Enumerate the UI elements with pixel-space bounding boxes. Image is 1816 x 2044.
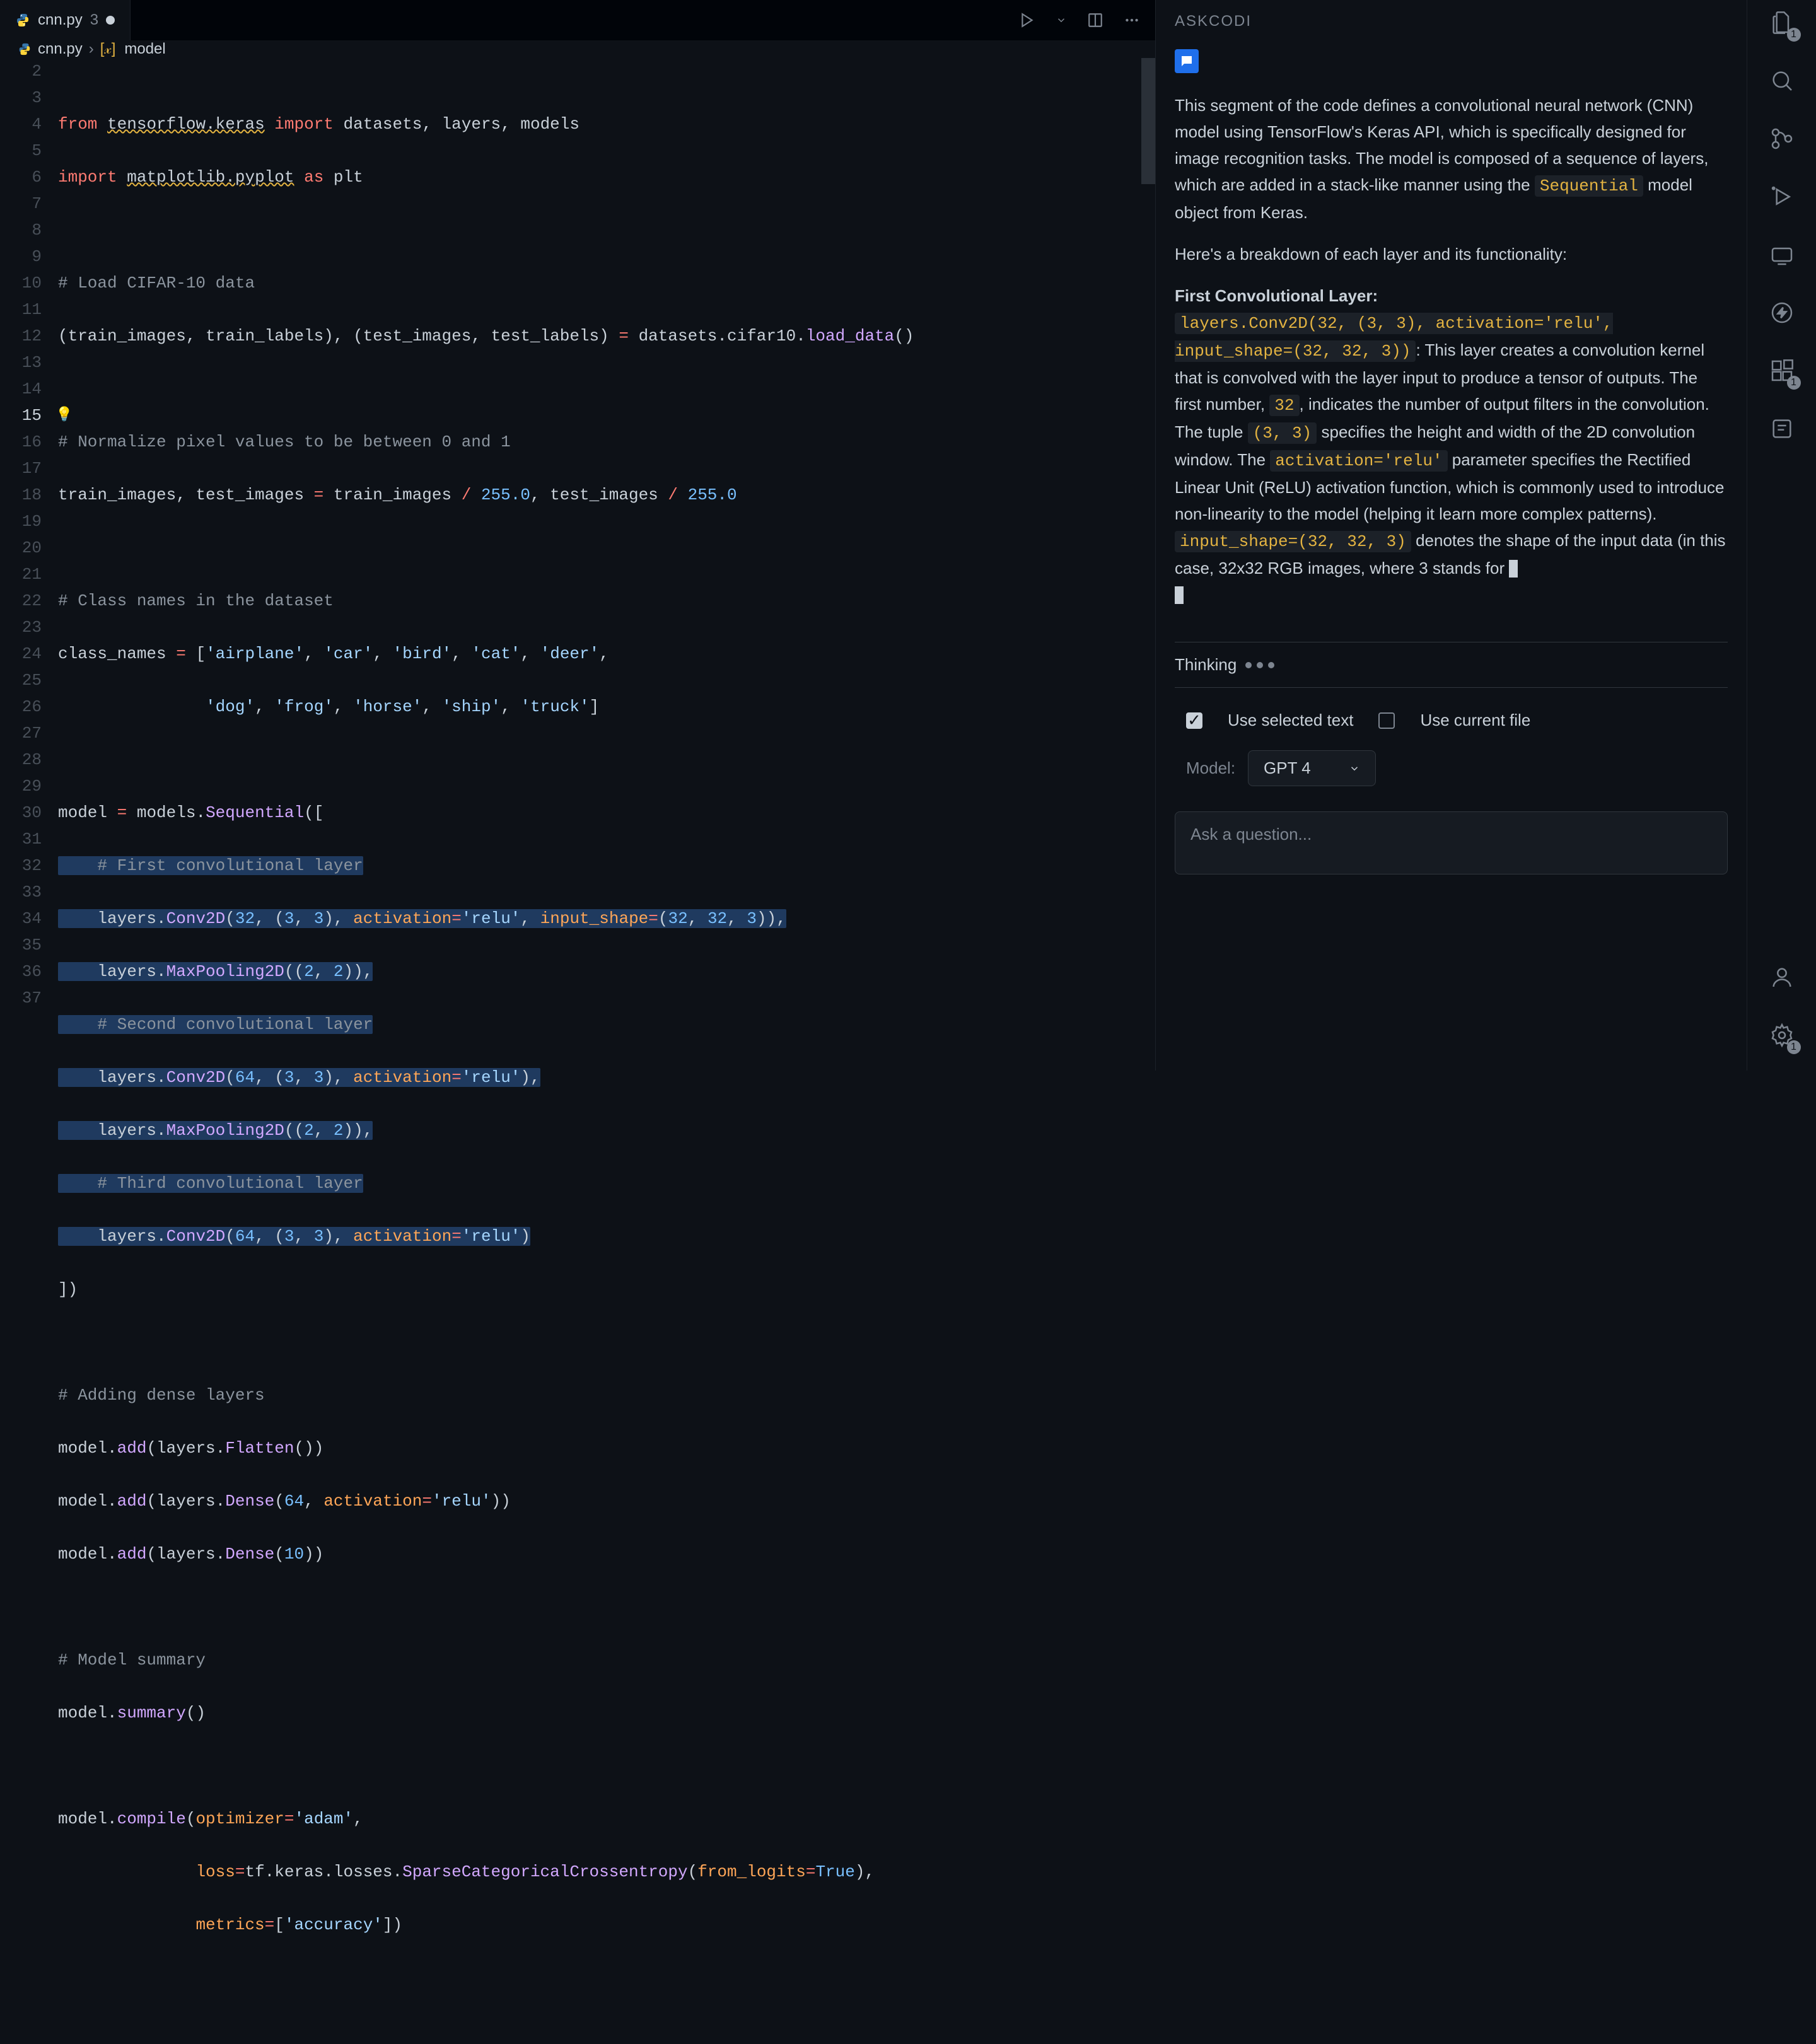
breadcrumb-symbol: model: [124, 40, 165, 58]
chat-icon: [1175, 49, 1199, 73]
chevron-down-icon: [1349, 763, 1360, 774]
model-label: Model:: [1186, 758, 1235, 778]
breadcrumb[interactable]: cnn.py › [𝓍] model: [0, 40, 1155, 58]
options-row: ✓ Use selected text Use current file: [1175, 700, 1728, 740]
power-icon[interactable]: [1766, 296, 1798, 329]
thinking-status: Thinking: [1175, 642, 1728, 688]
code-editor[interactable]: 2345678910111213141516171819202122232425…: [0, 58, 1155, 2044]
text-cursor-icon: [1509, 560, 1518, 578]
use-selected-label: Use selected text: [1228, 711, 1353, 730]
editor-tab[interactable]: cnn.py 3: [0, 0, 131, 40]
dirty-indicator-icon: [106, 16, 115, 25]
tab-badge: 3: [90, 11, 98, 29]
text-cursor-icon: [1175, 586, 1184, 604]
model-row: Model: GPT 4: [1175, 740, 1728, 796]
settings-icon[interactable]: 1: [1766, 1019, 1798, 1052]
activity-bar: 1 1 1: [1747, 0, 1816, 1071]
badge: 1: [1787, 1040, 1801, 1054]
source-control-icon[interactable]: [1766, 122, 1798, 155]
breadcrumb-file: cnn.py: [38, 40, 83, 58]
chevron-right-icon: ›: [89, 40, 94, 58]
chevron-down-icon[interactable]: [1056, 15, 1067, 26]
files-icon[interactable]: 1: [1766, 6, 1798, 39]
debug-icon[interactable]: [1766, 180, 1798, 213]
loading-dots-icon: [1245, 662, 1274, 668]
split-editor-icon[interactable]: [1087, 12, 1103, 28]
panel-title: ASKCODI: [1175, 13, 1728, 30]
tab-bar: cnn.py 3: [0, 0, 1155, 40]
badge: 1: [1787, 28, 1801, 42]
run-icon[interactable]: [1019, 12, 1035, 28]
python-icon: [18, 42, 32, 56]
badge: 1: [1787, 376, 1801, 390]
variable-icon: [𝓍]: [100, 40, 116, 58]
use-file-checkbox[interactable]: [1378, 712, 1395, 729]
more-icon[interactable]: [1124, 12, 1140, 28]
askcodi-panel: ASKCODI This segment of the code defines…: [1155, 0, 1747, 1071]
askcodi-icon[interactable]: [1766, 412, 1798, 445]
scrollbar[interactable]: [1141, 58, 1155, 2044]
use-file-label: Use current file: [1420, 711, 1530, 730]
extensions-icon[interactable]: 1: [1766, 354, 1798, 387]
python-icon: [15, 13, 30, 28]
line-gutter: 2345678910111213141516171819202122232425…: [0, 58, 58, 2044]
search-icon[interactable]: [1766, 64, 1798, 97]
question-input[interactable]: Ask a question...: [1175, 811, 1728, 874]
chat-response: This segment of the code defines a convo…: [1175, 92, 1728, 623]
use-selected-checkbox[interactable]: ✓: [1186, 712, 1202, 729]
tab-filename: cnn.py: [38, 11, 83, 29]
remote-icon[interactable]: [1766, 238, 1798, 271]
account-icon[interactable]: [1766, 961, 1798, 994]
code-content[interactable]: 💡 from tensorflow.keras import datasets,…: [58, 58, 1155, 2044]
lightbulb-icon[interactable]: 💡: [55, 402, 73, 429]
model-select[interactable]: GPT 4: [1248, 750, 1376, 786]
